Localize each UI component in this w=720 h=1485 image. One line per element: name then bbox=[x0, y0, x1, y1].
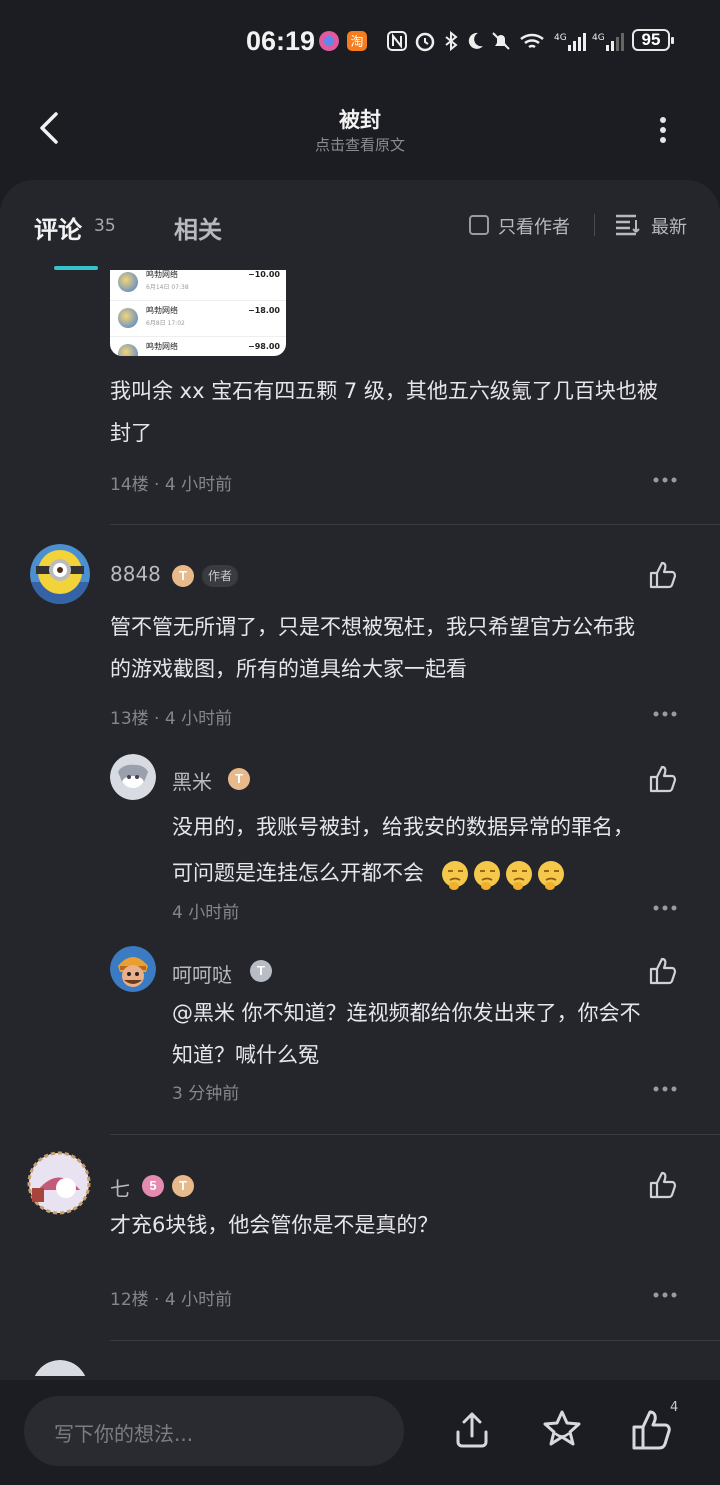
comment-more-icon[interactable] bbox=[652, 1085, 678, 1093]
user-level-badge: T bbox=[228, 768, 250, 790]
comment-divider bbox=[110, 1340, 720, 1341]
comment-meta: 12楼 · 4 小时前 bbox=[110, 1290, 233, 1310]
wifi-icon bbox=[520, 33, 544, 49]
do-not-disturb-moon-icon bbox=[468, 32, 483, 49]
svg-text:4G: 4G bbox=[592, 33, 605, 43]
sort-icon[interactable] bbox=[614, 212, 642, 238]
bluetooth-icon bbox=[445, 30, 458, 52]
status-bar: 06:19 淘 4G 4G 95 bbox=[0, 0, 720, 84]
nfc-icon bbox=[387, 31, 407, 51]
comment-more-icon[interactable] bbox=[652, 710, 678, 718]
signal-4g-icon-2: 4G bbox=[592, 33, 624, 51]
bottom-action-bar: 写下你的想法... 4 bbox=[0, 1380, 720, 1485]
user-level-badge: T bbox=[172, 1175, 194, 1197]
comment-text: 封了 bbox=[110, 421, 152, 445]
battery-indicator: 95 bbox=[632, 29, 674, 51]
comment-text: 管不管无所谓了，只是不想被冤枉，我只希望官方公布我 bbox=[110, 615, 635, 639]
tab-comments[interactable]: 评论 bbox=[34, 210, 82, 245]
screenshot-row-amount: −98.00 bbox=[247, 342, 280, 351]
comment-text: 没用的，我账号被封，给我安的数据异常的罪名， bbox=[172, 815, 634, 839]
comment-more-icon[interactable] bbox=[652, 1291, 678, 1299]
comment-input[interactable]: 写下你的想法... bbox=[24, 1396, 404, 1466]
comment-divider bbox=[110, 1134, 720, 1135]
comment-text: @黑米 你不知道？连视频都给你发出来了，你会不 bbox=[172, 1001, 641, 1025]
alarm-icon bbox=[415, 32, 435, 52]
favorite-star-icon[interactable] bbox=[540, 1408, 584, 1452]
screenshot-row-amount: −10.00 bbox=[247, 270, 280, 279]
comment-list[interactable]: 鸣勃网络 6月14日 07:38 −10.00 鸣勃网络 6月8日 17:02 … bbox=[0, 270, 720, 1376]
app-notification-icon bbox=[319, 31, 339, 51]
comment-meta: 4 小时前 bbox=[172, 903, 240, 923]
comment-text: 知道？喊什么冤 bbox=[172, 1043, 319, 1067]
thumbs-up-icon[interactable] bbox=[648, 1170, 678, 1200]
sort-latest-label[interactable]: 最新 bbox=[651, 213, 687, 239]
like-count: 4 bbox=[670, 1400, 679, 1415]
more-options-icon[interactable] bbox=[648, 110, 678, 150]
screenshot-row-name: 鸣勃网络 bbox=[146, 306, 178, 315]
comment-more-icon[interactable] bbox=[652, 904, 678, 912]
user-avatar[interactable] bbox=[30, 544, 90, 604]
user-avatar[interactable] bbox=[32, 1360, 88, 1376]
comment-text: 才充6块钱，他会管你是不是真的？ bbox=[110, 1213, 439, 1237]
user-level-badge: T bbox=[172, 565, 194, 587]
status-time: 06:19 bbox=[246, 26, 316, 56]
comment-meta: 14楼 · 4 小时前 bbox=[110, 475, 233, 495]
comments-count: 35 bbox=[94, 216, 116, 236]
only-author-label[interactable]: 只看作者 bbox=[498, 213, 570, 239]
username[interactable]: 8848 bbox=[110, 562, 161, 586]
comment-text: 我叫余 xx 宝石有四五颗 7 级，其他五六级氪了几百块也被 bbox=[110, 379, 658, 403]
top-nav: 被封 点击查看原文 bbox=[0, 84, 720, 184]
thumbs-up-icon[interactable] bbox=[648, 956, 678, 986]
screenshot-row-name: 鸣勃网络 bbox=[146, 342, 178, 351]
comment-tabs: 评论 35 相关 只看作者 最新 bbox=[0, 180, 720, 270]
screenshot-row-name: 鸣勃网络 bbox=[146, 270, 178, 279]
screenshot-avatar bbox=[118, 308, 138, 328]
screenshot-row-date: 6月14日 07:38 bbox=[146, 284, 189, 291]
tab-related[interactable]: 相关 bbox=[174, 210, 222, 245]
comment-text: 的游戏截图，所有的道具给大家一起看 bbox=[110, 657, 467, 681]
page-title: 被封 bbox=[339, 108, 381, 132]
thumbs-up-icon[interactable] bbox=[648, 560, 678, 590]
screenshot-row-amount: −18.00 bbox=[247, 306, 280, 315]
comment-meta: 3 分钟前 bbox=[172, 1084, 240, 1104]
comment-meta: 13楼 · 4 小时前 bbox=[110, 709, 233, 729]
like-thumbs-up-icon[interactable] bbox=[630, 1408, 674, 1452]
mute-bell-icon bbox=[492, 32, 510, 50]
taobao-notification-icon: 淘 bbox=[347, 31, 367, 51]
thinking-emoji-icon bbox=[442, 861, 564, 890]
user-honor-badge: 5 bbox=[142, 1175, 164, 1197]
svg-text:4G: 4G bbox=[554, 33, 567, 43]
view-original-link[interactable]: 点击查看原文 bbox=[0, 134, 720, 155]
user-level-badge: T bbox=[250, 960, 272, 982]
comment-image[interactable]: 鸣勃网络 6月14日 07:38 −10.00 鸣勃网络 6月8日 17:02 … bbox=[110, 270, 286, 356]
username[interactable]: 黑米 bbox=[172, 766, 212, 795]
only-author-checkbox[interactable] bbox=[469, 215, 489, 235]
screenshot-avatar bbox=[118, 344, 138, 356]
screenshot-row: 鸣勃网络 6月8日 17:02 −18.00 bbox=[110, 302, 286, 337]
username[interactable]: 七 bbox=[110, 1173, 130, 1202]
user-avatar[interactable] bbox=[24, 1150, 94, 1216]
screenshot-row-date: 6月8日 17:02 bbox=[146, 320, 185, 327]
comment-input-placeholder: 写下你的想法... bbox=[54, 1422, 194, 1446]
comment-more-icon[interactable] bbox=[652, 476, 678, 484]
svg-text:淘: 淘 bbox=[350, 35, 363, 50]
author-tag: 作者 bbox=[202, 565, 239, 587]
share-icon[interactable] bbox=[450, 1408, 494, 1452]
screenshot-avatar bbox=[118, 272, 138, 292]
screenshot-row: 鸣勃网络 −98.00 bbox=[110, 338, 286, 356]
comment-divider bbox=[110, 524, 720, 525]
tab-divider bbox=[594, 214, 595, 236]
username[interactable]: 呵呵哒 bbox=[172, 959, 232, 988]
user-avatar[interactable] bbox=[110, 754, 156, 800]
comment-text: 可问题是连挂怎么开都不会 bbox=[172, 861, 424, 885]
comments-panel: 评论 35 相关 只看作者 最新 鸣勃网络 6月14日 07:38 −10.00… bbox=[0, 180, 720, 1380]
thumbs-up-icon[interactable] bbox=[648, 764, 678, 794]
signal-4g-icon: 4G bbox=[554, 33, 586, 51]
user-avatar[interactable] bbox=[110, 946, 156, 992]
screenshot-row: 鸣勃网络 6月14日 07:38 −10.00 bbox=[110, 270, 286, 301]
